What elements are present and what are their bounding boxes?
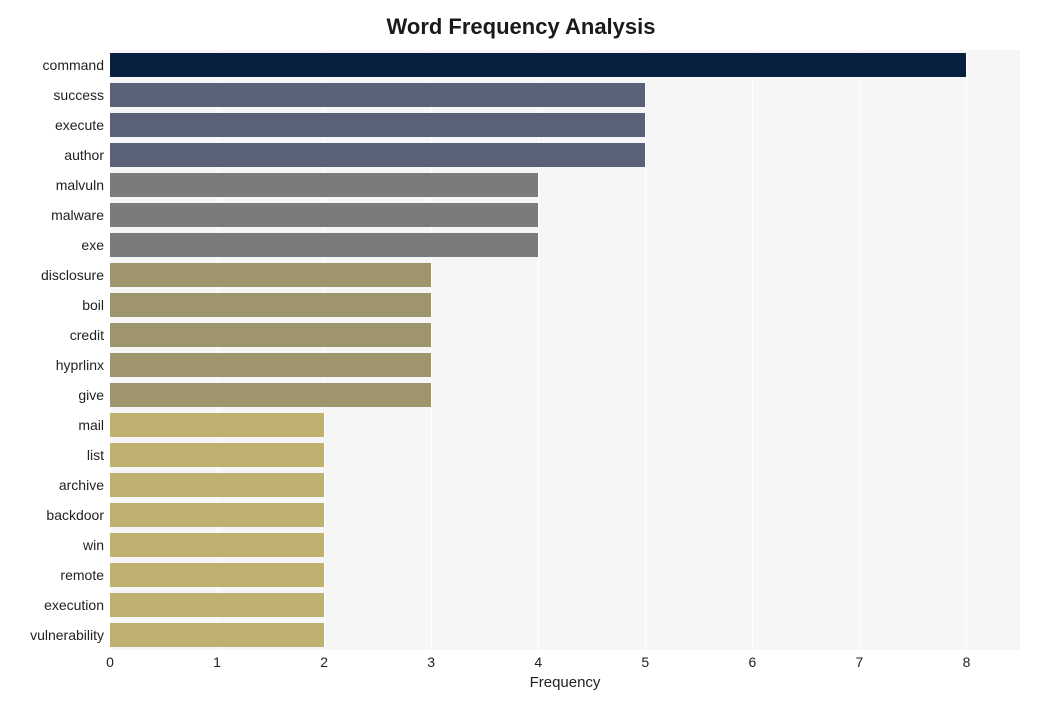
y-tick-label: success [53,80,104,110]
bar-row: success [110,80,1020,110]
bar-row: command [110,50,1020,80]
x-axis: Frequency 012345678 [110,650,1020,690]
y-tick-label: mail [78,410,104,440]
bar-row: vulnerability [110,620,1020,650]
bar-row: boil [110,290,1020,320]
bar-row: win [110,530,1020,560]
chart-container: Word Frequency Analysis commandsuccessex… [0,0,1042,701]
bar [110,113,645,137]
y-tick-label: give [78,380,104,410]
plot-area: commandsuccessexecuteauthormalvulnmalwar… [110,50,1020,650]
bar [110,413,324,437]
bar-row: author [110,140,1020,170]
bar [110,173,538,197]
bar [110,353,431,377]
y-tick-label: vulnerability [30,620,104,650]
chart-title: Word Frequency Analysis [10,14,1032,40]
x-axis-label: Frequency [530,674,601,691]
bar [110,533,324,557]
y-tick-label: execute [55,110,104,140]
bar [110,473,324,497]
x-tick-label: 2 [320,654,328,670]
x-tick-label: 3 [427,654,435,670]
x-tick-label: 1 [213,654,221,670]
y-tick-label: hyprlinx [56,350,104,380]
bar-row: exe [110,230,1020,260]
bar-row: backdoor [110,500,1020,530]
y-tick-label: credit [70,320,104,350]
y-tick-label: execution [44,590,104,620]
bar-row: credit [110,320,1020,350]
x-tick-label: 6 [748,654,756,670]
y-tick-label: boil [82,290,104,320]
bar [110,383,431,407]
bar-row: list [110,440,1020,470]
x-tick-label: 7 [856,654,864,670]
y-tick-label: author [64,140,104,170]
bar-row: malware [110,200,1020,230]
y-tick-label: backdoor [46,500,104,530]
y-tick-label: win [83,530,104,560]
x-tick-label: 4 [534,654,542,670]
y-tick-label: remote [60,560,104,590]
bar-row: give [110,380,1020,410]
bar [110,443,324,467]
bar [110,323,431,347]
bar-row: archive [110,470,1020,500]
bar [110,53,966,77]
bar-row: mail [110,410,1020,440]
bar [110,623,324,647]
y-tick-label: archive [59,470,104,500]
bar-row: malvuln [110,170,1020,200]
bar [110,503,324,527]
y-tick-label: malware [51,200,104,230]
y-tick-label: command [43,50,104,80]
x-tick-label: 5 [641,654,649,670]
bar-row: execute [110,110,1020,140]
bar-row: hyprlinx [110,350,1020,380]
bar [110,143,645,167]
bar [110,293,431,317]
bar [110,233,538,257]
y-tick-label: disclosure [41,260,104,290]
bar-row: disclosure [110,260,1020,290]
bar [110,563,324,587]
bar [110,263,431,287]
bar [110,593,324,617]
x-tick-label: 8 [963,654,971,670]
y-tick-label: malvuln [56,170,104,200]
bar-row: execution [110,590,1020,620]
x-tick-label: 0 [106,654,114,670]
bar-row: remote [110,560,1020,590]
y-tick-label: exe [81,230,104,260]
y-tick-label: list [87,440,104,470]
bar [110,203,538,227]
bar [110,83,645,107]
